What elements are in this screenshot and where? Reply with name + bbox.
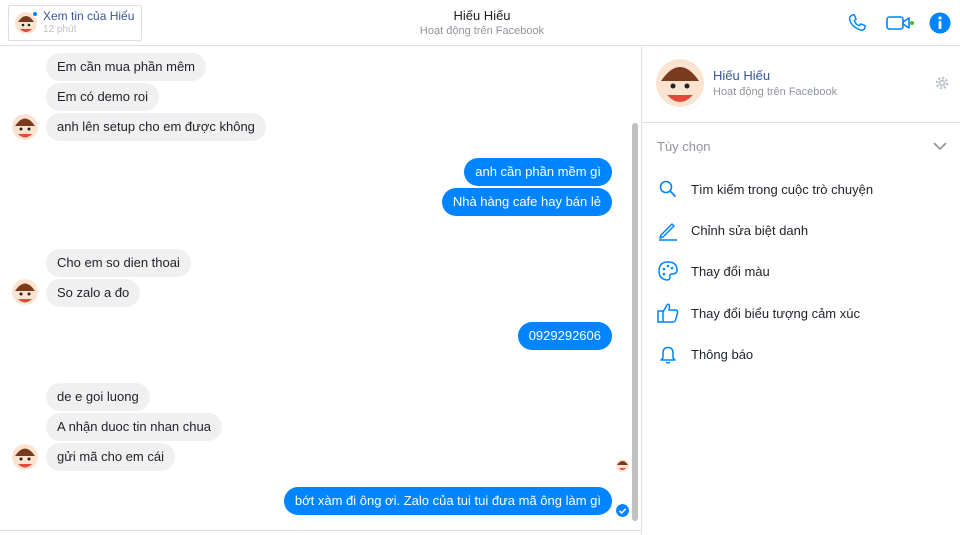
- chat-header: Xem tin của Hiếu 12 phút Hiếu Hiếu Hoạt …: [0, 0, 960, 46]
- option-label: Thay đổi biểu tượng cảm xúc: [691, 305, 860, 321]
- message-bubble-outgoing[interactable]: anh cần phần mềm gì: [464, 158, 612, 186]
- seen-avatar-icon: [616, 459, 629, 472]
- divider: [0, 530, 641, 531]
- scrollbar[interactable]: [632, 123, 638, 521]
- profile-name[interactable]: Hiếu Hiếu: [713, 68, 770, 83]
- sender-avatar[interactable]: [12, 444, 38, 470]
- video-call-icon[interactable]: [886, 13, 914, 33]
- option-notifications[interactable]: Thông báo: [656, 341, 946, 367]
- profile-header: Hiếu Hiếu Hoạt động trên Facebook: [642, 47, 960, 123]
- option-color[interactable]: Thay đổi màu: [656, 258, 946, 284]
- pencil-icon: [656, 218, 680, 242]
- bell-icon: [656, 342, 680, 366]
- option-search[interactable]: Tìm kiếm trong cuộc trò chuyện: [656, 176, 946, 202]
- profile-avatar[interactable]: [656, 59, 704, 107]
- message-bubble-incoming[interactable]: A nhận duoc tin nhan chua: [46, 413, 222, 441]
- gear-icon[interactable]: [934, 75, 950, 91]
- message-bubble-outgoing[interactable]: Nhà hàng cafe hay bán lẻ: [441, 188, 612, 216]
- thumbs-up-icon: [656, 301, 680, 325]
- message-bubble-incoming[interactable]: So zalo a đo: [46, 279, 141, 307]
- message-bubble-incoming[interactable]: Em cần mua phần mêm: [46, 53, 207, 81]
- story-avatar: [15, 11, 38, 34]
- story-title: Xem tin của Hiếu: [43, 9, 135, 23]
- option-label: Tìm kiếm trong cuộc trò chuyện: [691, 181, 874, 197]
- message-bubble-incoming[interactable]: Em có demo roi: [46, 83, 160, 111]
- phone-icon[interactable]: [846, 12, 868, 34]
- chevron-down-icon[interactable]: [933, 141, 947, 151]
- story-time: 12 phút: [43, 24, 77, 35]
- story-unread-dot: [32, 11, 38, 17]
- options-title[interactable]: Tùy chọn: [657, 139, 710, 154]
- profile-status: Hoạt động trên Facebook: [713, 86, 838, 98]
- sender-avatar[interactable]: [12, 279, 38, 305]
- conversation-details-panel: Hiếu Hiếu Hoạt động trên Facebook Tùy ch…: [641, 47, 960, 535]
- message-bubble-incoming[interactable]: Cho em so dien thoai: [46, 249, 191, 277]
- message-bubble-incoming[interactable]: anh lên setup cho em được không: [46, 113, 266, 141]
- sender-avatar[interactable]: [12, 114, 38, 140]
- message-bubble-outgoing[interactable]: 0929292606: [517, 322, 612, 350]
- sent-check-icon: [616, 504, 629, 517]
- option-label: Thông báo: [691, 346, 754, 362]
- message-bubble-outgoing[interactable]: bớt xàm đi ông ơi. Zalo của tui tui đưa …: [283, 487, 612, 515]
- palette-icon: [656, 259, 680, 283]
- info-icon[interactable]: [929, 12, 951, 34]
- story-button[interactable]: Xem tin của Hiếu 12 phút: [8, 5, 142, 41]
- contact-status: Hoạt động trên Facebook: [419, 25, 545, 37]
- option-emoji[interactable]: Thay đổi biểu tượng cảm xúc: [656, 300, 946, 326]
- message-bubble-incoming[interactable]: de e goi luong: [46, 383, 150, 411]
- option-label: Chỉnh sửa biệt danh: [691, 222, 809, 238]
- contact-name[interactable]: Hiếu Hiếu: [300, 7, 664, 24]
- option-nickname[interactable]: Chỉnh sửa biệt danh: [656, 217, 946, 243]
- message-bubble-incoming[interactable]: gửi mã cho em cái: [46, 443, 175, 471]
- search-icon: [656, 177, 680, 201]
- message-list[interactable]: Em cần mua phần mêm Em có demo roi anh l…: [0, 47, 641, 530]
- option-label: Thay đổi màu: [691, 263, 770, 279]
